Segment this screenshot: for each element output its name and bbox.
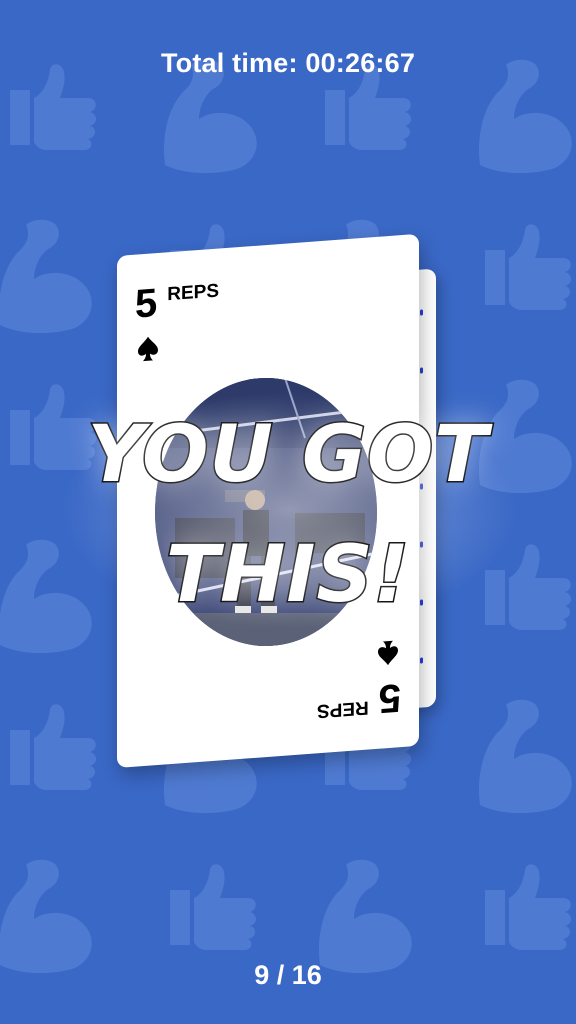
motivation-line-1: YOU GOT [86,409,489,502]
spade-icon [138,336,158,362]
reps-label: REPS [317,696,369,722]
card-corner-top: 5 REPS [135,279,219,368]
card-corner-bottom: 5 REPS [317,634,401,723]
spade-icon [378,640,398,666]
card-rank: 5 [378,675,401,721]
motivation-line-2: THIS! [164,529,411,622]
card-rank: 5 [135,281,158,327]
card-progress-counter: 9 / 16 [254,960,322,990]
total-time-label: Total time: 00:26:67 [160,48,416,78]
reps-label: REPS [167,280,219,306]
